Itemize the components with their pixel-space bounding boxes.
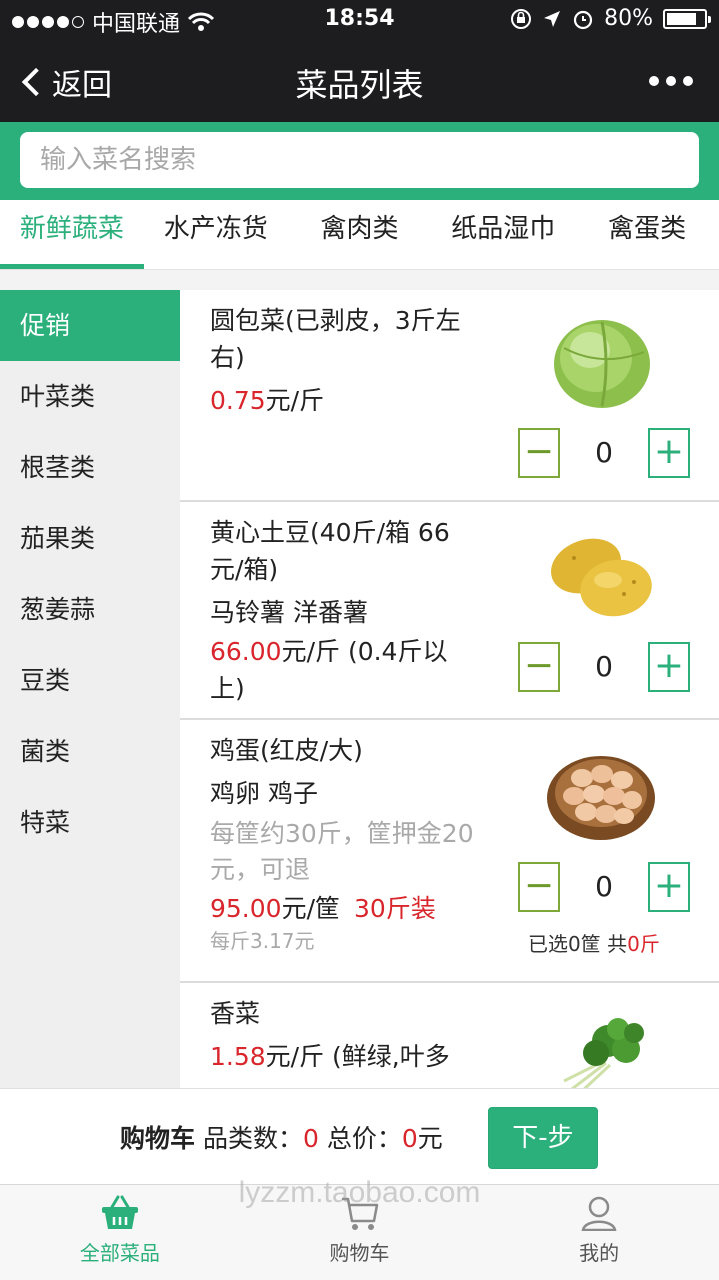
tab-cart[interactable]: 购物车 (240, 1185, 480, 1280)
kinds-count: 0 (302, 1124, 319, 1153)
quantity-value: 0 (595, 870, 613, 903)
decrease-button[interactable]: − (518, 428, 560, 478)
rotation-lock-icon (511, 8, 532, 29)
cart-title: 购物车 (120, 1124, 196, 1153)
battery-fill (667, 12, 696, 25)
selected-count: 已选0筐 共 (528, 932, 628, 956)
price-line: 1.58元/斤 (鲜绿,叶多 (210, 1038, 480, 1075)
product-price: 95.00 (210, 894, 282, 923)
product-info: 鸡蛋(红皮/大) 鸡卵 鸡子 每筐约30斤，筐押金20元，可退 95.00元/筐… (210, 732, 480, 955)
user-icon (581, 1196, 617, 1232)
page-title: 菜品列表 (295, 66, 424, 104)
cabbage-image (554, 320, 650, 408)
search-bar (0, 122, 719, 200)
product-alias: 鸡卵 鸡子 (210, 779, 318, 808)
tab-label: 我的 (579, 1241, 620, 1265)
sidebar-item-promotion[interactable]: 促销 (0, 290, 180, 361)
eggs-basket-image (547, 756, 655, 840)
sidebar-item-beans[interactable]: 豆类 (0, 645, 180, 716)
product-name: 圆包菜(已剥皮，3斤左右) (210, 306, 461, 372)
quantity-value: 0 (595, 650, 613, 683)
product-name: 鸡蛋(红皮/大) (210, 736, 363, 765)
status-bar: 中国联通 18:54 80% (0, 0, 719, 40)
price-line: 66.00元/斤 (0.4斤以上) (210, 633, 480, 707)
cart-bar: 购物车 品类数：0 总价：0元 下-步 (0, 1088, 719, 1184)
list-item: 黄心土豆(40斤/箱 66元/箱) 马铃薯 洋番薯 66.00元/斤 (0.4斤… (180, 502, 719, 720)
cart-summary: 购物车 品类数：0 总价：0元 (120, 1119, 443, 1155)
product-unit: 元/斤 (265, 386, 325, 415)
increase-button[interactable]: + (648, 642, 690, 692)
potato-image (551, 538, 652, 617)
top-bar: 中国联通 18:54 80% 返回 菜品列表 (0, 0, 719, 122)
category-tabs: 新鲜蔬菜 水产冻货 禽肉类 纸品湿巾 禽蛋类 (0, 200, 719, 270)
decrease-button[interactable]: − (518, 862, 560, 912)
sidebar-item-mushrooms[interactable]: 菌类 (0, 716, 180, 787)
product-unit: 元/筐 (281, 894, 341, 923)
kinds-label: 品类数： (202, 1124, 303, 1153)
location-arrow-icon (544, 10, 561, 27)
product-price: 0.75 (210, 386, 266, 415)
selected-weight: 0斤 (627, 932, 660, 956)
more-menu-icon[interactable] (649, 76, 693, 86)
status-right: 80% (510, 6, 711, 31)
price-per-jin: 每斤3.17元 (210, 929, 315, 953)
cart-icon (341, 1197, 378, 1230)
tab-seafood-frozen[interactable]: 水产冻货 (144, 200, 288, 269)
pack-size: 30斤装 (354, 894, 436, 923)
price-line: 95.00元/筐 30斤装 (210, 890, 480, 927)
quantity-stepper: − 0 + (518, 862, 690, 912)
quantity-value: 0 (595, 436, 613, 469)
decrease-button[interactable]: − (518, 642, 560, 692)
product-unit: 元/斤 (鲜绿,叶多 (265, 1042, 450, 1071)
quantity-stepper: − 0 + (518, 428, 690, 478)
basket-icon (101, 1195, 138, 1229)
tab-label: 购物车 (329, 1241, 390, 1265)
product-info: 黄心土豆(40斤/箱 66元/箱) 马铃薯 洋番薯 66.00元/斤 (0.4斤… (210, 514, 480, 707)
sidebar-item-fruit-veg[interactable]: 茄果类 (0, 503, 180, 574)
battery-icon (663, 8, 711, 29)
tab-mine[interactable]: 我的 (479, 1185, 719, 1280)
tab-all-dishes[interactable]: 全部菜品 (0, 1185, 240, 1280)
product-info: 香菜 1.58元/斤 (鲜绿,叶多 (210, 995, 480, 1075)
currency-label: 元 (417, 1124, 443, 1153)
selection-summary: 已选0筐 共0斤 (528, 928, 660, 957)
bottom-tab-bar: 全部菜品 购物车 我的 (0, 1184, 719, 1280)
tab-eggs[interactable]: 禽蛋类 (575, 200, 719, 269)
sidebar-item-special[interactable]: 特菜 (0, 787, 180, 858)
product-alias: 马铃薯 洋番薯 (210, 598, 368, 627)
tab-fresh-vegetables[interactable]: 新鲜蔬菜 (0, 200, 144, 269)
alarm-clock-icon (573, 10, 593, 29)
list-item: 圆包菜(已剥皮，3斤左右) 0.75元/斤 − 0 + (180, 290, 719, 502)
product-info: 圆包菜(已剥皮，3斤左右) 0.75元/斤 (210, 302, 480, 419)
list-item: 香菜 1.58元/斤 (鲜绿,叶多 (180, 983, 719, 1088)
nav-bar: 返回 菜品列表 (0, 40, 719, 122)
quantity-stepper: − 0 + (518, 642, 690, 692)
product-name: 香菜 (210, 999, 261, 1028)
price-line: 0.75元/斤 (210, 382, 480, 419)
sidebar-item-root[interactable]: 根茎类 (0, 432, 180, 503)
product-price: 66.00 (210, 637, 282, 666)
tab-paper-wipes[interactable]: 纸品湿巾 (431, 200, 575, 269)
tab-label: 全部菜品 (79, 1241, 160, 1265)
product-price: 1.58 (210, 1042, 266, 1071)
battery-percent: 80% (604, 6, 653, 31)
increase-button[interactable]: + (648, 428, 690, 478)
increase-button[interactable]: + (648, 862, 690, 912)
search-input[interactable] (20, 132, 699, 188)
tab-poultry[interactable]: 禽肉类 (288, 200, 432, 269)
subcategory-sidebar: 促销 叶菜类 根茎类 茄果类 葱姜蒜 豆类 菌类 特菜 (0, 290, 180, 1088)
coriander-image (563, 1018, 644, 1088)
product-note: 每筐约30斤，筐押金20元，可退 (210, 819, 474, 884)
sidebar-item-leafy[interactable]: 叶菜类 (0, 361, 180, 432)
product-name: 黄心土豆(40斤/箱 66元/箱) (210, 518, 450, 584)
total-price: 0 (401, 1124, 418, 1153)
total-label: 总价： (326, 1124, 402, 1153)
next-step-button[interactable]: 下-步 (488, 1107, 598, 1169)
sidebar-item-onion-ginger-garlic[interactable]: 葱姜蒜 (0, 574, 180, 645)
list-item: 鸡蛋(红皮/大) 鸡卵 鸡子 每筐约30斤，筐押金20元，可退 95.00元/筐… (180, 720, 719, 983)
product-list: 圆包菜(已剥皮，3斤左右) 0.75元/斤 − 0 + 黄心土豆(40斤/箱 6… (180, 290, 719, 1088)
